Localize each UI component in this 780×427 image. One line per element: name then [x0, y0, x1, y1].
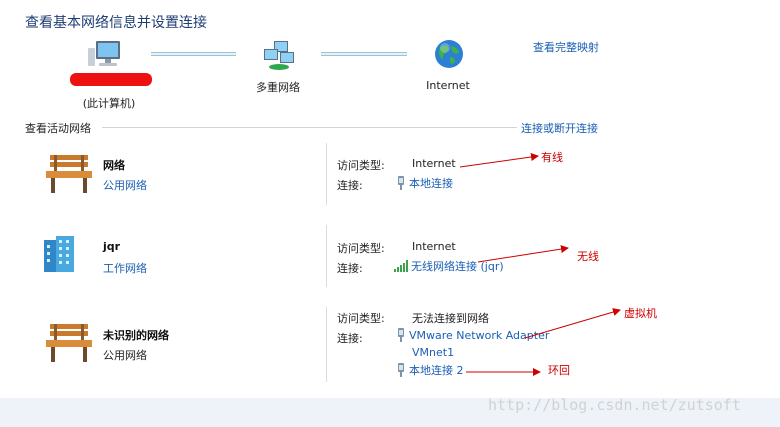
annotation-wireless: 无线	[577, 250, 599, 263]
annotation-vm: 虚拟机	[624, 307, 657, 320]
annotation-wired: 有线	[541, 151, 563, 164]
annotation-loopback: 环回	[548, 364, 570, 377]
network-sharing-center-panel: 查看基本网络信息并设置连接 查看完整映射 (此计算机) 多重网络 Interne…	[0, 0, 780, 398]
annotation-arrows	[459, 153, 621, 376]
watermark-text: http://blog.csdn.net/zutsoft	[488, 396, 741, 414]
